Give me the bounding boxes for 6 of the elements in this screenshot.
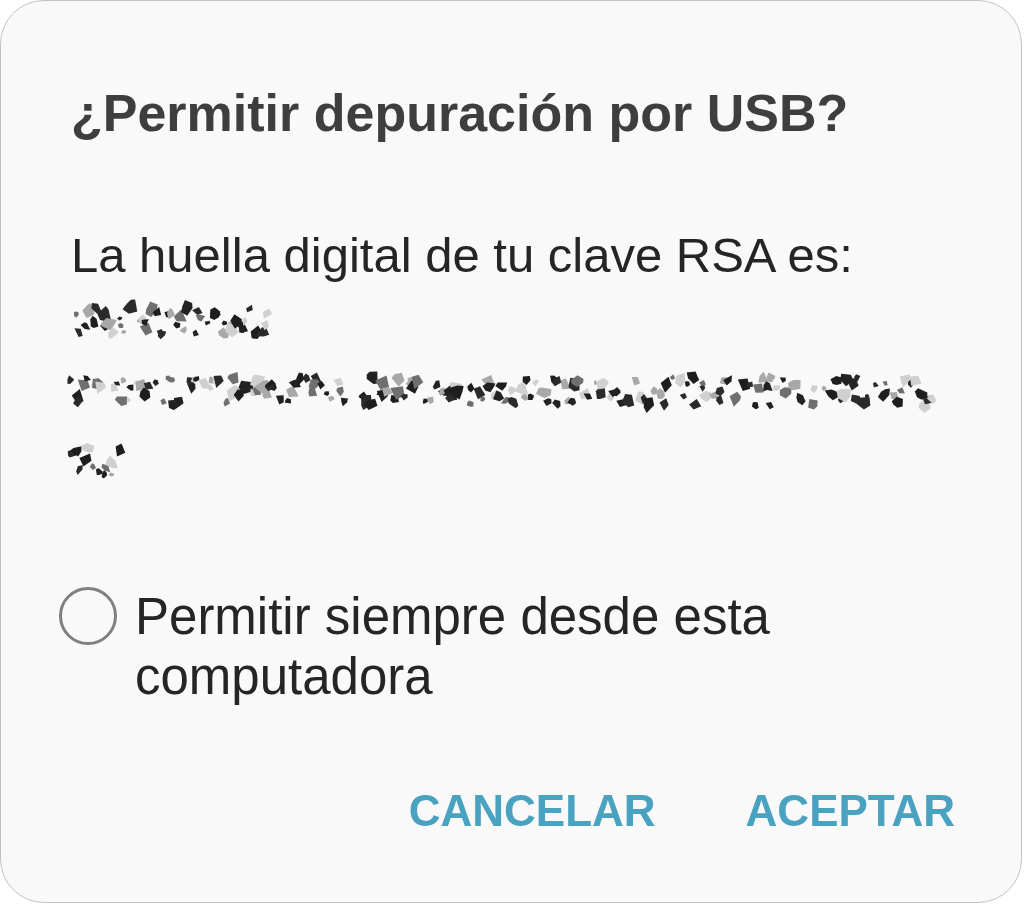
cancel-button[interactable]: CANCELAR [392,773,672,848]
option-label: Permitir siempre desde esta computadora [135,587,771,707]
accept-button[interactable]: ACEPTAR [729,773,971,848]
dialog-message: La huella digital de tu clave RSA es: [71,227,853,284]
radio-button[interactable] [59,587,117,645]
dialog-title: ¿Permitir depuración por USB? [71,83,849,144]
